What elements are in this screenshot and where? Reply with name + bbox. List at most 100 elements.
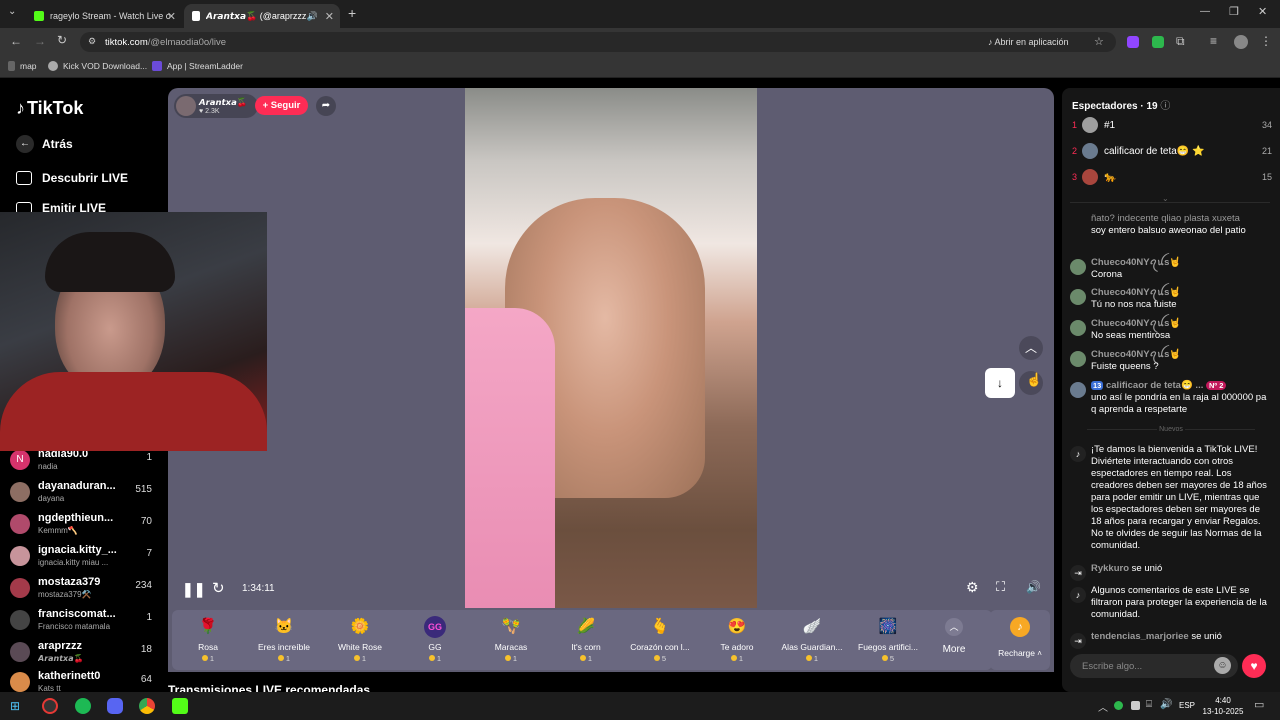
live-video-frame[interactable] [465, 88, 757, 608]
gift-item[interactable]: 🌹 Rosa 1 [170, 614, 246, 668]
tray-chevron-icon[interactable]: ︿ [1098, 699, 1108, 714]
bookmark-kick-vod[interactable]: Kick VOD Download... [48, 61, 147, 71]
chat-message[interactable]: Chueco40NYꪖꪊs🤘 No seas mentirosa [1070, 318, 1270, 342]
gift-item[interactable]: 🪽 Alas Guardian... 1 [774, 614, 850, 668]
restore-icon[interactable]: ❐ [1229, 5, 1239, 18]
chat-message[interactable]: Chueco40NYꪖꪊs🤘 Fuiste queens ? [1070, 349, 1270, 373]
list-item[interactable]: mostaza379 mostaza379⚒️ 234 [10, 576, 158, 608]
windows-start-icon[interactable]: ⊞ [10, 699, 20, 713]
gift-item[interactable]: 🐱 Eres increíble 1 [246, 614, 322, 668]
profile-avatar[interactable] [1234, 35, 1248, 49]
share-icon[interactable]: ➦ [316, 96, 336, 116]
gift-item[interactable]: 🎆 Fuegos artifici... 5 [850, 614, 926, 668]
gift-item[interactable]: GG GG 1 [397, 614, 473, 668]
refresh-icon[interactable]: ↻ [212, 579, 225, 597]
site-info-icon[interactable]: ⚙ [88, 36, 96, 47]
top-viewer-row[interactable]: 3 🐆 15 [1072, 169, 1272, 189]
new-tab-icon[interactable]: + [348, 5, 356, 21]
scroll-down-arrow-icon[interactable]: ↓ [985, 368, 1015, 398]
rose-gift-icon: 🌹 [198, 618, 218, 635]
top-viewer-row[interactable]: 2 calificaor de teta😁 ⭐ 21 [1072, 143, 1272, 163]
pause-icon[interactable]: ❚❚ [182, 581, 205, 598]
heart-like-icon[interactable]: ♥ [1242, 654, 1266, 678]
previous-live-chevron-up-icon[interactable]: ︿ [1019, 336, 1043, 360]
network-icon[interactable]: ⌸ [1146, 699, 1152, 710]
chat-message[interactable]: Chueco40NYꪖꪊs🤘 Corona [1070, 257, 1270, 281]
minimize-icon[interactable]: — [1200, 6, 1210, 17]
extensions-icon[interactable]: ⧉ [1176, 34, 1185, 49]
open-in-app-button[interactable]: ♪ Abrir en aplicación [988, 37, 1069, 47]
join-message: ⇥ tendencias_marjoriee se unió [1070, 631, 1270, 649]
coin-icon [201, 655, 208, 661]
coin-icon [805, 655, 812, 661]
tiktok-logo[interactable]: ♪ TikTok [16, 98, 83, 119]
host-info[interactable]: 𝘼𝙧𝙖𝙣𝙩𝙭𝙖🍒 ♥ 2.3K [174, 94, 258, 118]
chat-message[interactable]: 13 calificaor de teta😁 ... Nº 2 uno así … [1070, 380, 1270, 416]
list-item[interactable]: ngdepthieun... Kemmm🪓 70 [10, 512, 158, 544]
speaker-icon[interactable]: 🔊 [307, 11, 318, 22]
tiktok-favicon-icon [192, 11, 200, 21]
recharge-button[interactable]: ♪ Recharge ˄ [990, 610, 1050, 670]
extension-twitch-icon[interactable] [1127, 36, 1139, 48]
info-icon[interactable]: ⓘ [1160, 101, 1170, 112]
url-field[interactable]: ⚙ tiktok.com/@elmaodia0o/live ♪ Abrir en… [80, 32, 1116, 52]
tab-search-icon[interactable]: ⌄ [8, 6, 16, 17]
joined-user[interactable]: Rykkuro [1091, 563, 1129, 574]
tray-green-icon[interactable] [1114, 701, 1123, 710]
back-button[interactable]: ← Atrás [16, 135, 73, 153]
kick-icon[interactable] [172, 698, 188, 714]
back-arrow-icon[interactable]: ← [10, 34, 22, 48]
new-label: Nuevos [1159, 426, 1183, 433]
reload-icon[interactable]: ↻ [57, 33, 67, 47]
webcam-hair [45, 232, 175, 292]
gift-item[interactable]: 🌼 White Rose 1 [322, 614, 398, 668]
top-viewer-row[interactable]: 1 #1 34 [1072, 117, 1272, 137]
coin-icon [353, 655, 360, 661]
list-item[interactable]: araprzzz 𝘼𝙧𝙖𝙣𝙩𝙭𝙖🍒 18 [10, 640, 158, 672]
more-gifts-button[interactable]: ︿ More [925, 614, 983, 668]
tray-app-icon[interactable] [1131, 701, 1140, 710]
input-language[interactable]: ESP [1179, 701, 1195, 710]
media-control-icon[interactable]: ≡ [1210, 34, 1217, 48]
fullscreen-icon[interactable]: ⛶ [996, 579, 1005, 595]
close-tab-icon[interactable]: ✕ [167, 10, 176, 23]
list-item[interactable]: franciscomat... Francisco matamala 1 [10, 608, 158, 640]
follow-button[interactable]: + Seguir [255, 96, 308, 115]
volume-tray-icon[interactable]: 🔊 [1160, 699, 1172, 710]
gift-item[interactable]: 🌽 It's corn 1 [548, 614, 624, 668]
avatar [1082, 169, 1098, 185]
tab-kick[interactable]: rageylo Stream - Watch Live on ✕ [26, 4, 182, 28]
chrome-icon[interactable] [139, 698, 155, 714]
gift-item[interactable]: 🫰 Corazón con l... 5 [622, 614, 698, 668]
notifications-icon[interactable]: ▭ [1254, 698, 1264, 711]
list-item[interactable]: katherinett0 Kats tt 64 [10, 670, 158, 692]
tab-tiktok[interactable]: 𝘼𝙧𝙖𝙣𝙩𝙭𝙖🍒 (@araprzzz) e 🔊 ✕ [184, 4, 340, 28]
joined-user[interactable]: tendencias_marjoriee [1091, 631, 1189, 642]
menu-kebab-icon[interactable]: ⋮ [1260, 34, 1272, 48]
list-item[interactable]: N nadia90.0 nadia 1 [10, 448, 158, 480]
close-tab-icon[interactable]: ✕ [325, 10, 334, 23]
gift-item[interactable]: 😍 Te adoro 1 [699, 614, 775, 668]
host-name: 𝘼𝙧𝙖𝙣𝙩𝙭𝙖🍒 [199, 97, 248, 107]
chat-input[interactable]: Escribe algo... ☺ [1070, 654, 1238, 678]
extension-shield-icon[interactable] [1152, 36, 1164, 48]
list-item[interactable]: ignacia.kitty_... ignacia.kitty miau ...… [10, 544, 158, 576]
settings-gear-icon[interactable]: ⚙ [966, 579, 979, 596]
volume-icon[interactable]: 🔊 [1026, 580, 1041, 594]
close-window-icon[interactable]: ✕ [1258, 5, 1267, 18]
live-video-player[interactable]: 𝘼𝙧𝙖𝙣𝙩𝙭𝙖🍒 ♥ 2.3K + Seguir ➦ ︿ ↓ ☝ ❚❚ ↻ 1:… [168, 88, 1054, 608]
gift-item[interactable]: 🪇 Maracas 1 [473, 614, 549, 668]
forward-arrow-icon[interactable]: → [34, 34, 46, 48]
bookmark-star-icon[interactable]: ☆ [1094, 35, 1104, 48]
list-item[interactable]: dayanaduran... dayana 515 [10, 480, 158, 512]
chat-message[interactable]: Chueco40NYꪖꪊs🤘 Tú no nos nca fuiste [1070, 287, 1270, 311]
bookmark-map[interactable]: map [8, 61, 37, 71]
spotify-icon[interactable] [75, 698, 91, 714]
clock[interactable]: 4:40 13-10-2025 [1200, 695, 1246, 717]
bookmark-streamladder[interactable]: App | StreamLadder [152, 61, 243, 71]
emoji-icon[interactable]: ☺ [1214, 657, 1231, 674]
sidebar-item-discover-live[interactable]: Descubrir LIVE [16, 171, 128, 185]
obs-icon[interactable] [42, 698, 58, 714]
discord-icon[interactable] [107, 698, 123, 714]
viewer-name: 🐆 [1104, 172, 1117, 183]
